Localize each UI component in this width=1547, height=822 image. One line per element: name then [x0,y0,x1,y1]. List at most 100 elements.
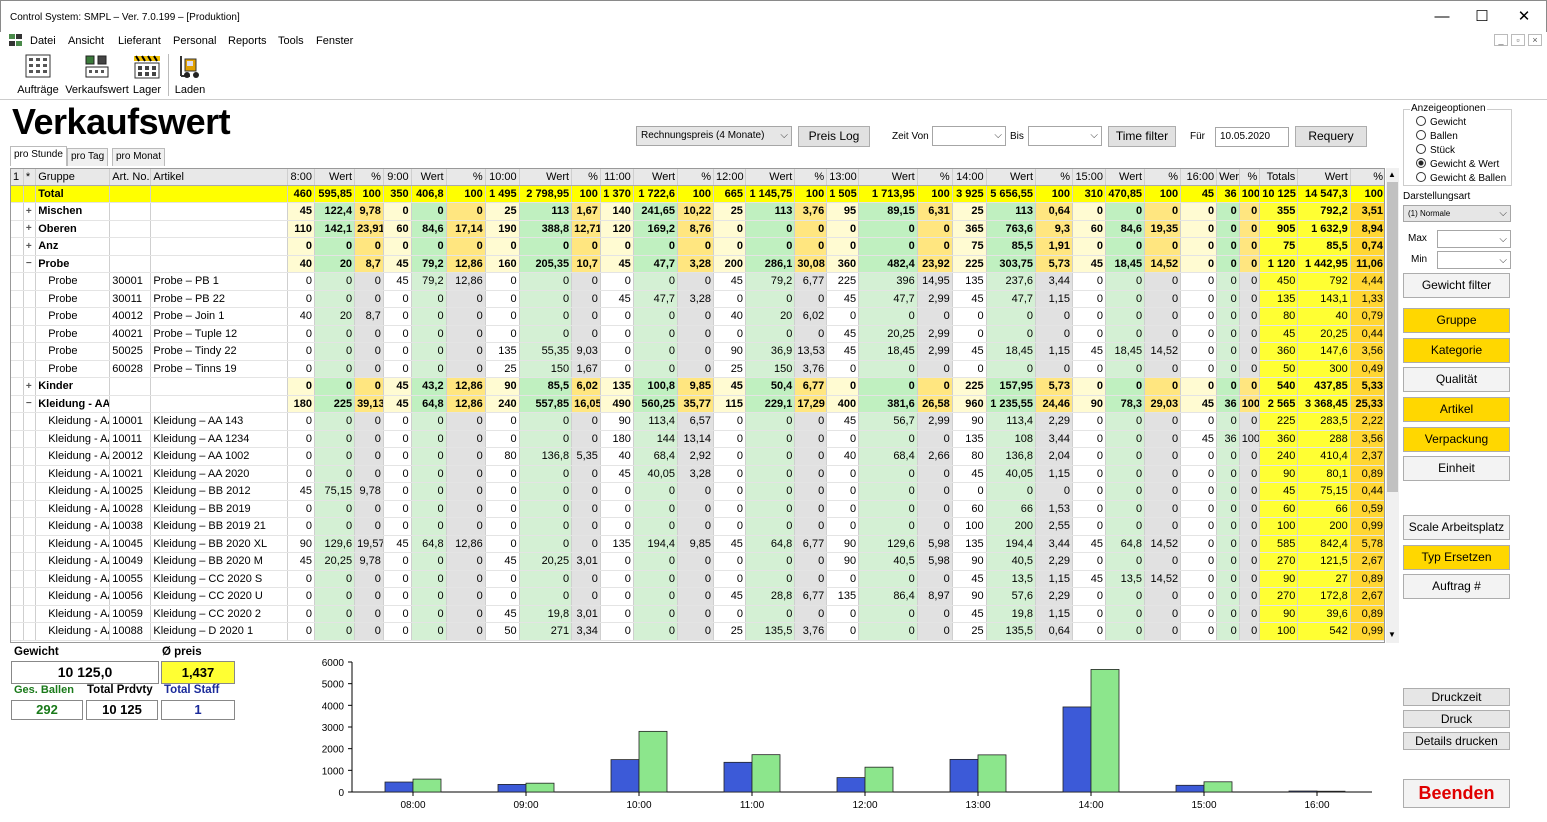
toolbar-warehouse-button[interactable]: Lager [130,52,164,98]
table-row[interactable]: Probe 40012 Probe – Join 1 40 20 8,7 0 0 0 0 0 0 0 0 0… [11,307,1384,326]
artikel-button[interactable]: Artikel [1403,397,1510,422]
gewicht-filter-button[interactable]: Gewicht filter [1403,273,1510,298]
expand-icon[interactable]: + [23,202,37,221]
grid-scrollbar[interactable]: ▲ ▼ [1386,168,1399,643]
column-header[interactable]: Wert [1297,169,1351,186]
scroll-thumb[interactable] [1387,182,1398,492]
column-header[interactable]: % [1350,169,1384,186]
column-header[interactable]: Gruppe [35,169,111,186]
column-header[interactable]: Wert [314,169,356,186]
table-row[interactable]: Probe 30011 Probe – PB 22 0 0 0 0 0 0 0 0 0 45 47,7 3,… [11,290,1384,308]
requery-button[interactable]: Requery [1295,126,1367,147]
column-header[interactable]: * [23,169,37,186]
typ-ersetzen-button[interactable]: Typ Ersetzen [1403,545,1510,570]
column-header[interactable]: Wert [633,169,679,186]
column-header[interactable]: Wert [519,169,573,186]
table-row[interactable]: Kleidung - AA 10011 Kleidung – AA 1234 0 0 0 0… [11,430,1384,448]
gruppe-button[interactable]: Gruppe [1403,308,1510,333]
table-row[interactable]: Kleidung - AA 10001 Kleidung – AA 143 0 0 0 0 0… [11,412,1384,431]
table-row[interactable]: Probe 60028 Probe – Tinns 19 0 0 0 0 0 0 25 150 1,6… [11,360,1384,378]
tab-pro-tag[interactable]: pro Tag [67,148,109,166]
column-header[interactable]: 10:00 [485,169,520,186]
date-field[interactable]: 10.05.2020 [1215,127,1289,147]
beenden-button[interactable]: Beenden [1403,779,1510,808]
zeit-von-select[interactable]: ⌵ [932,126,1006,146]
column-header[interactable]: % [677,169,715,186]
table-row[interactable]: Kleidung - AA 10088 Kleidung – D 2020 1000… [11,622,1384,641]
collapse-icon[interactable]: − [23,255,37,273]
column-header[interactable]: Art. No. [109,169,152,186]
mdi-restore-icon[interactable]: ▫ [1511,34,1525,46]
expand-icon[interactable]: + [23,220,37,238]
column-header[interactable]: % [354,169,384,186]
verpackung-button[interactable]: Verpackung [1403,427,1510,452]
group-row[interactable]: + Oberen 110 142,1 23,91 60 84,6 17,14 190 388,8 1… [11,220,1384,238]
column-header[interactable]: % [571,169,601,186]
radio-ballen[interactable]: Ballen [1416,130,1458,142]
max-select[interactable]: ⌵ [1437,230,1511,248]
column-header[interactable]: 16:00 [1180,169,1218,186]
menu-lieferant[interactable]: Lieferant [118,35,161,47]
group-row[interactable]: + Anz 0 0 0 0 0 0 0 0 0 0 0 0 0 0 0 0 0 0 75 85,5 1,91 0 0 0 0 0 0 75… [11,237,1384,256]
group-row[interactable]: + Mischen 45 122,4 9,78 0 0 0 25 113 1,67 140 241,65… [11,202,1384,221]
table-row[interactable]: Probe 40021 Probe – Tuple 12 0 0 0 0 0 0 0 0 0 0 0 0 0 0… [11,325,1384,343]
column-header[interactable]: % [917,169,953,186]
close-button[interactable]: ✕ [1501,5,1547,31]
druck-button[interactable]: Druck [1403,710,1510,728]
column-header[interactable]: Wert [858,169,918,186]
column-header[interactable]: 11:00 [600,169,634,186]
time-filter-button[interactable]: Time filter [1108,126,1176,147]
toolbar-forklift-button[interactable]: Laden [172,52,208,98]
collapse-icon[interactable]: − [23,395,37,413]
group-row[interactable]: − Probe 40 20 8,7 45 79,2 12,86 160 205,35 10,7 45 4… [11,255,1384,273]
toolbar-orders-button[interactable]: Aufträge [14,52,62,98]
table-row[interactable]: Kleidung - AA 10055 Kleidung – CC 2020 S00… [11,570,1384,588]
column-header[interactable]: Wert [1105,169,1146,186]
column-header[interactable]: % [1035,169,1074,186]
maximize-button[interactable]: ☐ [1459,5,1505,31]
column-header[interactable]: 1 [11,169,24,186]
tab-pro-monat[interactable]: pro Monat [112,148,166,166]
column-header[interactable]: 15:00 [1072,169,1106,186]
price-type-select[interactable]: Rechnungspreis (4 Monate) ⌵ [636,126,792,146]
scroll-up-icon[interactable]: ▲ [1388,170,1396,179]
scroll-down-icon[interactable]: ▼ [1388,630,1396,639]
radio-stueck[interactable]: Stück [1416,144,1455,156]
menu-datei[interactable]: Datei [30,35,56,47]
darstellung-select[interactable]: (1) Normale ⌵ [1403,205,1511,222]
toolbar-sales-value-button[interactable]: Verkaufswert [64,52,130,98]
group-row[interactable]: + Kinder 0 0 0 45 43,2 12,86 90 85,5 6,02 135 100,8 9… [11,377,1384,396]
column-header[interactable]: % [794,169,828,186]
table-row[interactable]: Kleidung - AA 10045 Kleidung – BB 2020 XL 9… [11,535,1384,553]
qualitaet-button[interactable]: Qualität [1403,367,1510,392]
table-row[interactable]: Kleidung - AA 20012 Kleidung – AA 1002 0 0 0 0… [11,447,1384,466]
column-header[interactable]: Artikel [150,169,289,186]
table-row[interactable]: Kleidung - AA 10056 Kleidung – CC 2020 U00… [11,587,1384,606]
group-row[interactable]: − Kleidung - AA 180 225 39,13 45 64,8 12,86 240 5… [11,395,1384,413]
mdi-close-icon[interactable]: × [1528,34,1542,46]
table-row[interactable]: Probe 50025 Probe – Tindy 22 0 0 0 0 0 0 135 55,35… [11,342,1384,361]
column-header[interactable]: 9:00 [383,169,412,186]
table-row[interactable]: Kleidung - AA 10025 Kleidung – BB 2012 45 75… [11,482,1384,501]
scale-arbeitsplatz-button[interactable]: Scale Arbeitsplatz [1403,515,1510,540]
einheit-button[interactable]: Einheit [1403,456,1510,481]
menu-ansicht[interactable]: Ansicht [68,35,104,47]
menu-fenster[interactable]: Fenster [316,35,353,47]
kategorie-button[interactable]: Kategorie [1403,338,1510,363]
radio-gewicht[interactable]: Gewicht [1416,116,1466,128]
menu-reports[interactable]: Reports [228,35,267,47]
data-grid[interactable]: 1 * Gruppe Art. No. Artikel 8:00 Wert% 9:00 Wert… [10,168,1385,643]
table-row[interactable]: Kleidung - AA 10049 Kleidung – BB 2020 M 45… [11,552,1384,571]
column-header[interactable]: % [446,169,486,186]
radio-gewicht-wert[interactable]: Gewicht & Wert [1416,158,1499,170]
total-row[interactable]: Total 460 595,85 100 350 406,8 100 1 495 2 798,9… [11,185,1384,203]
menu-personal[interactable]: Personal [173,35,216,47]
column-header[interactable]: Wert [986,169,1037,186]
column-header[interactable]: 8:00 [287,169,315,186]
table-row[interactable]: Kleidung - AA 10059 Kleidung – CC 2020 200… [11,605,1384,623]
table-row[interactable]: Kleidung - AA 10028 Kleidung – BB 2019 0 0 0 0… [11,500,1384,518]
column-header[interactable]: % [1144,169,1182,186]
auftrag-button[interactable]: Auftrag # [1403,574,1510,599]
druckzeit-button[interactable]: Druckzeit [1403,688,1510,706]
expand-icon[interactable]: + [23,377,37,396]
